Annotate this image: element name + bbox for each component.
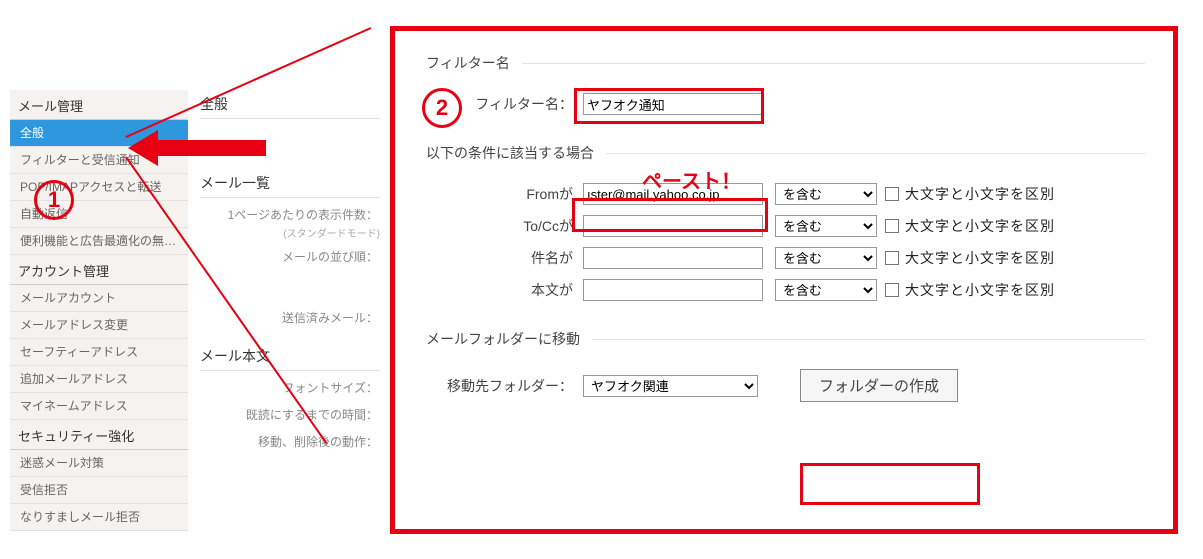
label-move-folder: 移動先フォルダー： [423,376,583,396]
input-from[interactable] [583,183,763,205]
condition-row-from: Fromが を含む 大文字と小文字を区別 [423,183,1145,205]
mid-heading-body: メール本文 [200,342,380,371]
condition-row-subject: 件名が を含む 大文字と小文字を区別 [423,247,1145,269]
input-tocc[interactable] [583,215,763,237]
sidebar-section-title: セキュリティー強化 [10,420,188,450]
sidebar-item-pop-imap[interactable]: POP/IMAPアクセスと転送 [10,174,188,201]
condition-row-tocc: To/Ccが を含む 大文字と小文字を区別 [423,215,1145,237]
label-case: 大文字と小文字を区別 [905,184,1055,204]
sidebar-item-autoreply[interactable]: 自動返信 [10,201,188,228]
legend-move: メールフォルダーに移動 [423,329,592,349]
legend-filter-name: フィルター名 [423,53,522,73]
mid-line-pagecount-sub: (スタンダードモード) [200,225,380,240]
checkbox-from-case[interactable] [885,187,899,201]
label-from: Fromが [423,184,583,204]
label-subject: 件名が [423,248,583,268]
sidebar-item-safety-address[interactable]: セーフティーアドレス [10,339,188,366]
checkbox-body-case[interactable] [885,283,899,297]
condition-row-body: 本文が を含む 大文字と小文字を区別 [423,279,1145,301]
label-filter-name: フィルター名： [423,94,583,114]
sidebar-item-filter[interactable]: フィルターと受信通知 [10,147,188,174]
sidebar-section-title: アカウント管理 [10,255,188,285]
fieldset-conditions: 以下の条件に該当する場合 Fromが を含む 大文字と小文字を区別 To/Ccが… [423,143,1145,311]
sidebar-item-spam[interactable]: 迷惑メール対策 [10,450,188,477]
mid-line-afterdelete: 移動、削除後の動作： [200,425,380,452]
sidebar-item-ads-opt[interactable]: 便利機能と広告最適化の無… [10,228,188,255]
mid-line-readtime: 既読にするまでの時間： [200,398,380,425]
fieldset-move-folder: メールフォルダーに移動 移動先フォルダー： ヤフオク関連 フォルダーの作成 [423,329,1145,412]
mid-line-fontsize: フォントサイズ： [200,371,380,398]
select-body-op[interactable]: を含む [775,279,877,301]
sidebar-section-title: メール管理 [10,90,188,120]
select-subject-op[interactable]: を含む [775,247,877,269]
sidebar-item-block[interactable]: 受信拒否 [10,477,188,504]
sidebar-item-myname-address[interactable]: マイネームアドレス [10,393,188,420]
input-body[interactable] [583,279,763,301]
input-subject[interactable] [583,247,763,269]
select-target-folder[interactable]: ヤフオク関連 [583,375,758,397]
fieldset-filter-name: フィルター名 フィルター名： [423,53,1145,125]
checkbox-tocc-case[interactable] [885,219,899,233]
create-folder-button[interactable]: フォルダーの作成 [800,369,958,402]
settings-sidebar: メール管理 全般 フィルターと受信通知 POP/IMAPアクセスと転送 自動返信… [10,90,188,531]
select-from-op[interactable]: を含む [775,183,877,205]
mid-heading-mail-list: メール一覧 [200,169,380,198]
select-tocc-op[interactable]: を含む [775,215,877,237]
label-tocc: To/Ccが [423,216,583,236]
filter-settings-panel: フィルター名 フィルター名： 以下の条件に該当する場合 Fromが を含む 大文… [390,26,1178,534]
label-case: 大文字と小文字を区別 [905,280,1055,300]
mid-heading-general: 全般 [200,90,380,119]
sidebar-item-spoof[interactable]: なりすましメール拒否 [10,504,188,531]
sidebar-item-mail-account[interactable]: メールアカウント [10,285,188,312]
sidebar-item-general[interactable]: 全般 [10,120,188,147]
label-case: 大文字と小文字を区別 [905,248,1055,268]
mid-line-sent: 送信済みメール： [200,301,380,328]
mid-line-sort: メールの並び順： [200,240,380,267]
input-filter-name[interactable] [583,93,763,115]
mid-line-pagecount: 1ページあたりの表示件数： [200,198,380,225]
settings-detail-column: 全般 メール一覧 1ページあたりの表示件数： (スタンダードモード) メールの並… [200,90,380,452]
sidebar-item-address-change[interactable]: メールアドレス変更 [10,312,188,339]
checkbox-subject-case[interactable] [885,251,899,265]
label-body: 本文が [423,280,583,300]
sidebar-item-extra-address[interactable]: 追加メールアドレス [10,366,188,393]
label-case: 大文字と小文字を区別 [905,216,1055,236]
legend-conditions: 以下の条件に該当する場合 [423,143,606,163]
